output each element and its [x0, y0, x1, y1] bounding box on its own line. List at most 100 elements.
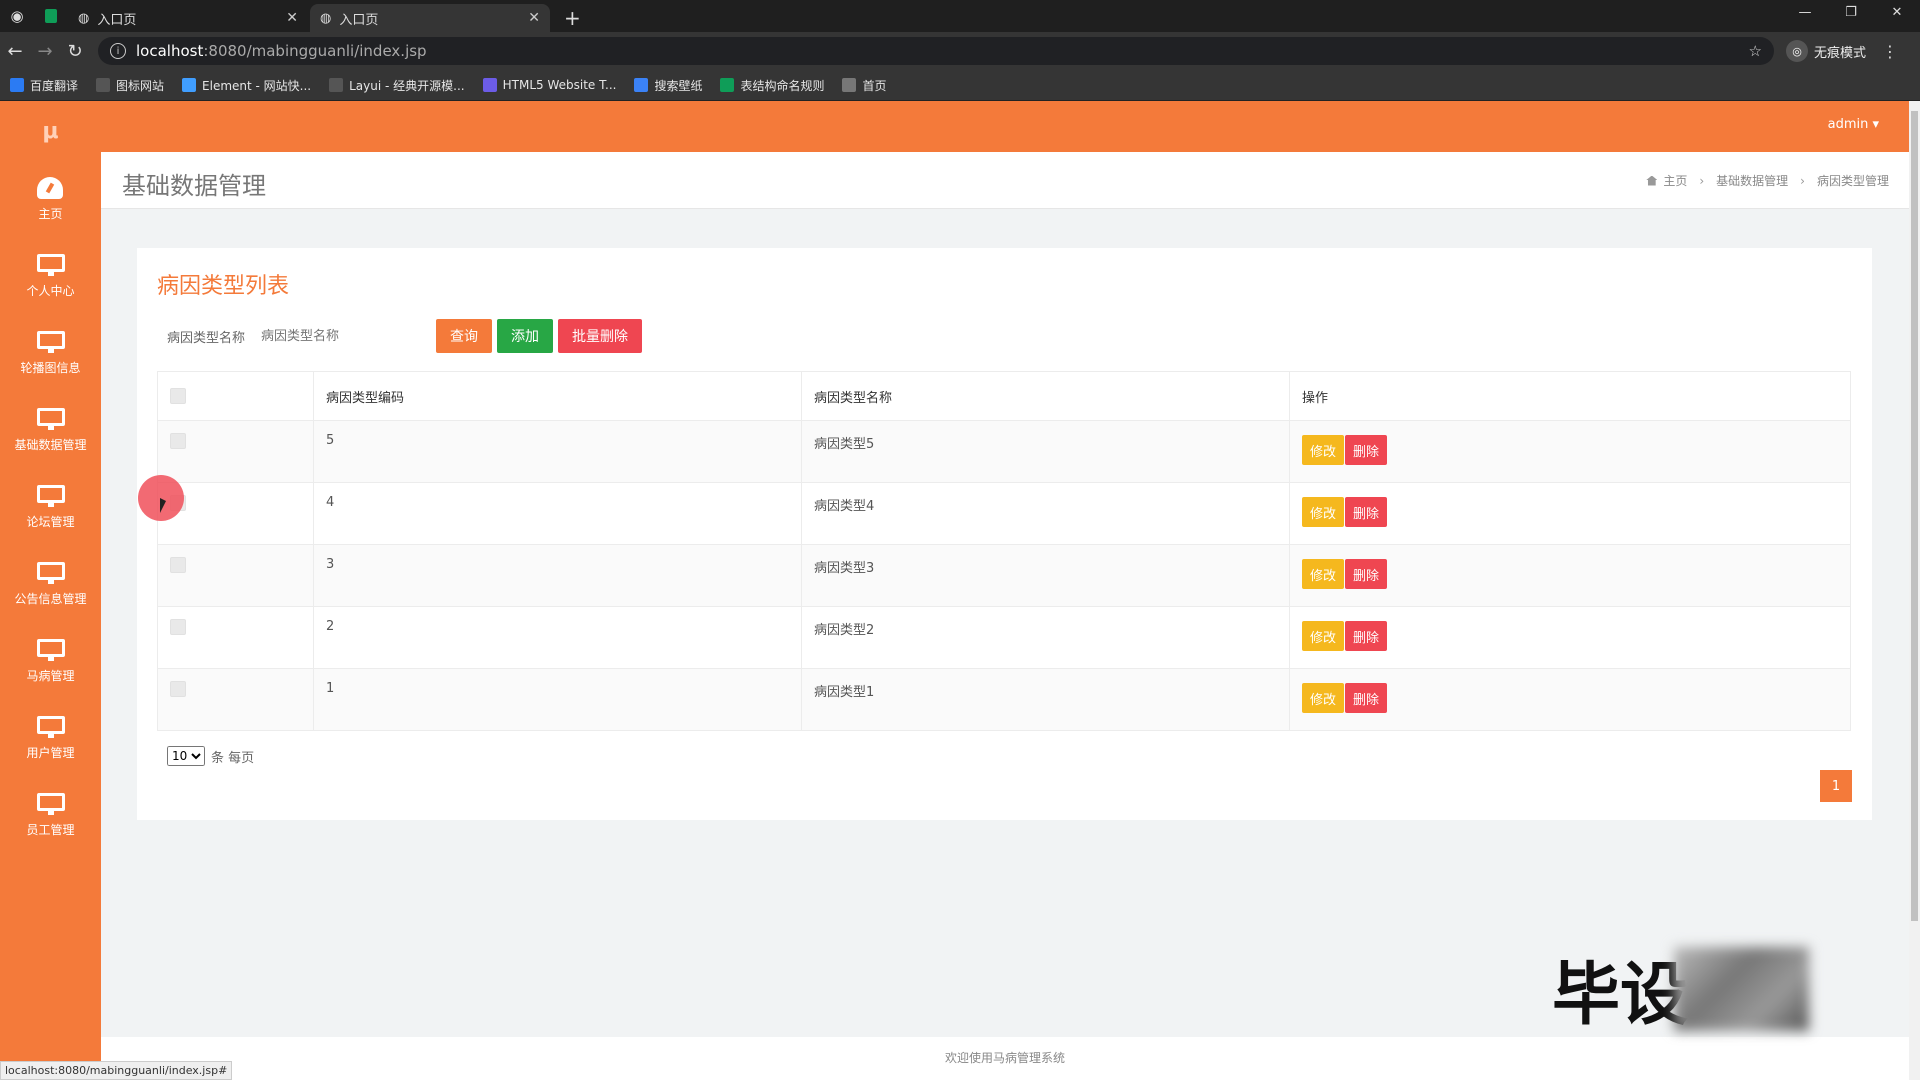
delete-button[interactable]: 删除 [1345, 683, 1388, 713]
bookmark-item[interactable]: 百度翻译 [10, 77, 78, 94]
incognito-label: 无痕模式 [1814, 45, 1867, 61]
reload-icon[interactable]: ↻ [60, 41, 90, 62]
bookmark-item[interactable]: Layui - 经典开源模... [329, 77, 465, 94]
browser-menu-icon[interactable]: ⋮ [1882, 42, 1898, 61]
url-input[interactable]: i localhost :8080/mabingguanli/index.jsp… [98, 37, 1774, 65]
bookmark-label: HTML5 Website T... [502, 78, 617, 92]
watermark: 毕设 [1552, 939, 1810, 1038]
query-button[interactable]: 查询 [436, 319, 493, 353]
incognito-indicator[interactable]: ◎ 无痕模式 [1786, 40, 1866, 62]
row-checkbox[interactable] [170, 433, 186, 449]
monitor-icon [36, 331, 65, 353]
bookmark-star-icon[interactable]: ☆ [1749, 42, 1762, 60]
monitor-icon [36, 408, 65, 430]
row-select-cell [157, 668, 314, 731]
bookmark-item[interactable]: 表结构命名规则 [720, 77, 824, 94]
browser-tab-bar: ◉ ◍ 入口页 ✕ ◍ 入口页 ✕ + — ❐ ✕ [0, 0, 1920, 32]
sidebar-item-label: 论坛管理 [26, 515, 75, 529]
page-button-current[interactable]: 1 [1820, 770, 1852, 802]
incognito-icon: ◎ [1786, 40, 1808, 62]
bookmark-item[interactable]: HTML5 Website T... [482, 78, 617, 92]
scrollbar-thumb[interactable] [1911, 111, 1918, 921]
info-icon[interactable]: i [110, 43, 126, 59]
translate-icon [10, 78, 24, 92]
actions-cell: 修改 删除 [1289, 544, 1851, 607]
minimize-icon[interactable]: — [1782, 0, 1828, 28]
actions-cell: 修改 删除 [1289, 606, 1851, 669]
edit-button[interactable]: 修改 [1302, 683, 1345, 713]
page-scrollbar[interactable] [1909, 101, 1920, 1080]
sidebar-item[interactable]: 用户管理 [0, 700, 101, 777]
tab-close-icon[interactable]: ✕ [528, 10, 540, 26]
browser-tab-title: 入口页 [97, 12, 137, 28]
code-cell: 4 [313, 482, 802, 545]
breadcrumb-home[interactable]: 主页 [1663, 172, 1687, 189]
new-tab-button[interactable]: + [552, 4, 593, 32]
mouse-cursor-icon [160, 498, 166, 513]
sidebar-item[interactable]: 个人中心 [0, 238, 101, 315]
sidebar-item[interactable]: 马病管理 [0, 623, 101, 700]
back-icon[interactable]: ← [0, 41, 30, 62]
delete-button[interactable]: 删除 [1345, 497, 1388, 527]
restore-icon[interactable]: ❐ [1828, 0, 1874, 28]
page-header: 基础数据管理 主页 › 基础数据管理 › 病因类型管理 [101, 152, 1909, 209]
row-checkbox[interactable] [170, 557, 186, 573]
edit-button[interactable]: 修改 [1302, 435, 1345, 465]
page-size-select[interactable]: 10 [167, 746, 205, 766]
browser-tab[interactable]: ◍ 入口页 ✕ [68, 4, 308, 32]
delete-button[interactable]: 删除 [1345, 435, 1388, 465]
sidebar-item[interactable]: 员工管理 [0, 777, 101, 854]
sidebar-item[interactable]: 基础数据管理 [0, 392, 101, 469]
bookmark-item[interactable]: 首页 [842, 77, 887, 94]
globe-icon [842, 78, 857, 92]
sidebar-item[interactable]: 公告信息管理 [0, 546, 101, 623]
sheet-icon [720, 78, 735, 92]
row-checkbox[interactable] [170, 619, 186, 635]
code-cell: 1 [313, 668, 802, 731]
sheet-tab-icon[interactable] [34, 0, 68, 32]
admin-menu[interactable]: admin ▾ [1828, 117, 1879, 132]
bookmark-label: 首页 [862, 78, 887, 93]
bookmark-item[interactable]: Element - 网站快... [182, 77, 311, 94]
bookmark-item[interactable]: 图标网站 [96, 77, 164, 94]
delete-button[interactable]: 删除 [1345, 559, 1388, 589]
browser-tab-active[interactable]: ◍ 入口页 ✕ [310, 4, 550, 32]
monitor-icon [36, 485, 65, 507]
edit-button[interactable]: 修改 [1302, 497, 1345, 527]
search-row: 病因类型名称 查询 添加 批量删除 [167, 319, 647, 353]
code-cell: 2 [313, 606, 802, 669]
delete-button[interactable]: 删除 [1345, 621, 1388, 651]
chevron-right-icon: › [1699, 173, 1705, 188]
row-checkbox[interactable] [170, 681, 186, 697]
batch-delete-button[interactable]: 批量删除 [558, 319, 643, 353]
forward-icon[interactable]: → [30, 41, 60, 62]
data-table: 病因类型编码 病因类型名称 操作 5 病因类型5 修改 删除 4 病因类型4 修改 删除 3 病因… [157, 371, 1851, 731]
select-all-checkbox[interactable] [170, 388, 186, 404]
edit-button[interactable]: 修改 [1302, 621, 1345, 651]
monitor-icon [36, 254, 65, 276]
search-input[interactable] [261, 321, 417, 351]
page-size-control: 10 条 每页 [167, 746, 254, 766]
row-select-cell [157, 544, 314, 607]
name-cell: 病因类型4 [801, 482, 1290, 545]
watermark-blur [1674, 946, 1810, 1031]
sidebar-item[interactable]: 论坛管理 [0, 469, 101, 546]
bookmark-label: Layui - 经典开源模... [349, 78, 465, 93]
bookmark-item[interactable]: 搜索壁纸 [634, 77, 702, 94]
sidebar-item[interactable]: 主页 [0, 161, 101, 238]
edit-button[interactable]: 修改 [1302, 559, 1345, 589]
chrome-icon[interactable]: ◉ [0, 0, 34, 32]
tab-close-icon[interactable]: ✕ [286, 10, 298, 26]
sidebar-item-label: 轮播图信息 [20, 361, 81, 375]
row-select-cell [157, 606, 314, 669]
breadcrumb: 主页 › 基础数据管理 › 病因类型管理 [1646, 172, 1889, 189]
window-controls: — ❐ ✕ [1782, 0, 1920, 28]
actions-cell: 修改 删除 [1289, 420, 1851, 483]
name-cell: 病因类型3 [801, 544, 1290, 607]
chevron-right-icon: › [1800, 173, 1805, 188]
sidebar-item[interactable]: 轮播图信息 [0, 315, 101, 392]
add-button[interactable]: 添加 [497, 319, 554, 353]
monitor-icon [36, 793, 65, 815]
close-window-icon[interactable]: ✕ [1874, 0, 1920, 28]
breadcrumb-section[interactable]: 基础数据管理 [1716, 172, 1788, 189]
